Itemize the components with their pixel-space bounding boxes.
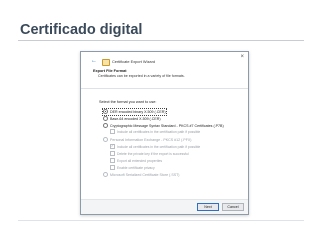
back-arrow-icon[interactable]: ← [91, 58, 97, 65]
checkbox-pfx-include-path [110, 143, 115, 149]
format-option-der[interactable]: DER encoded binary X.509 (.CER) [102, 108, 167, 116]
slide-title: Certificado digital [20, 22, 143, 38]
wizard-footer: Next Cancel [81, 199, 248, 214]
certificate-export-wizard-window: × ← Certificate Export Wizard Export Fil… [80, 51, 249, 215]
format-label-der: DER encoded binary X.509 (.CER) [110, 110, 166, 114]
section-subtitle: Certificates can be exported in a variet… [98, 74, 185, 78]
title-divider [18, 40, 304, 41]
checkbox-pfx-privacy [110, 165, 115, 171]
section-title: Export File Format [93, 69, 127, 73]
cancel-button[interactable]: Cancel [222, 203, 244, 211]
format-label-pfx: Personal Information Exchange - PKCS #12… [110, 138, 192, 142]
pfx-privacy-label: Enable certificate privacy [117, 166, 155, 170]
pfx-privacy-option: Enable certificate privacy [110, 165, 155, 171]
radio-pfx [103, 137, 108, 143]
pfx-include-path-option: Include all certificates in the certific… [110, 143, 201, 150]
checkbox-pfx-delete-key [110, 151, 115, 157]
pfx-delete-key-label: Delete the private key if the export is … [117, 152, 189, 156]
wizard-header: Export File Format Certificates can be e… [81, 68, 248, 89]
checkbox-pfx-export-props [110, 158, 115, 164]
wizard-title: Certificate Export Wizard [112, 59, 156, 64]
bottom-divider [18, 220, 304, 221]
pfx-export-props-label: Export all extended properties [117, 159, 163, 163]
radio-base64[interactable] [103, 116, 108, 122]
format-prompt: Select the format you want to use: [99, 100, 157, 104]
radio-der[interactable] [103, 109, 108, 115]
format-label-p7b: Cryptographic Message Syntax Standard - … [110, 124, 224, 128]
pfx-export-props-option: Export all extended properties [110, 158, 162, 164]
checkbox-p7b-include-path [110, 129, 115, 135]
format-label-sst: Microsoft Serialized Certificate Store (… [110, 173, 180, 177]
format-option-sst: Microsoft Serialized Certificate Store (… [103, 172, 180, 178]
radio-p7b[interactable] [103, 123, 108, 129]
next-button[interactable]: Next [197, 203, 219, 211]
radio-sst [103, 172, 108, 178]
format-option-pfx: Personal Information Exchange - PKCS #12… [103, 137, 192, 143]
p7b-include-path-label: Include all certificates in the certific… [117, 130, 201, 134]
pfx-include-path-label: Include all certificates in the certific… [117, 145, 201, 149]
pfx-delete-key-option: Delete the private key if the export is … [110, 151, 189, 157]
certificate-icon [102, 59, 110, 66]
wizard-titlebar: ← Certificate Export Wizard [81, 58, 248, 66]
format-option-base64[interactable]: Base-64 encoded X.509 (.CER) [103, 116, 161, 122]
p7b-include-path-option: Include all certificates in the certific… [110, 129, 200, 135]
format-label-base64: Base-64 encoded X.509 (.CER) [110, 117, 161, 121]
